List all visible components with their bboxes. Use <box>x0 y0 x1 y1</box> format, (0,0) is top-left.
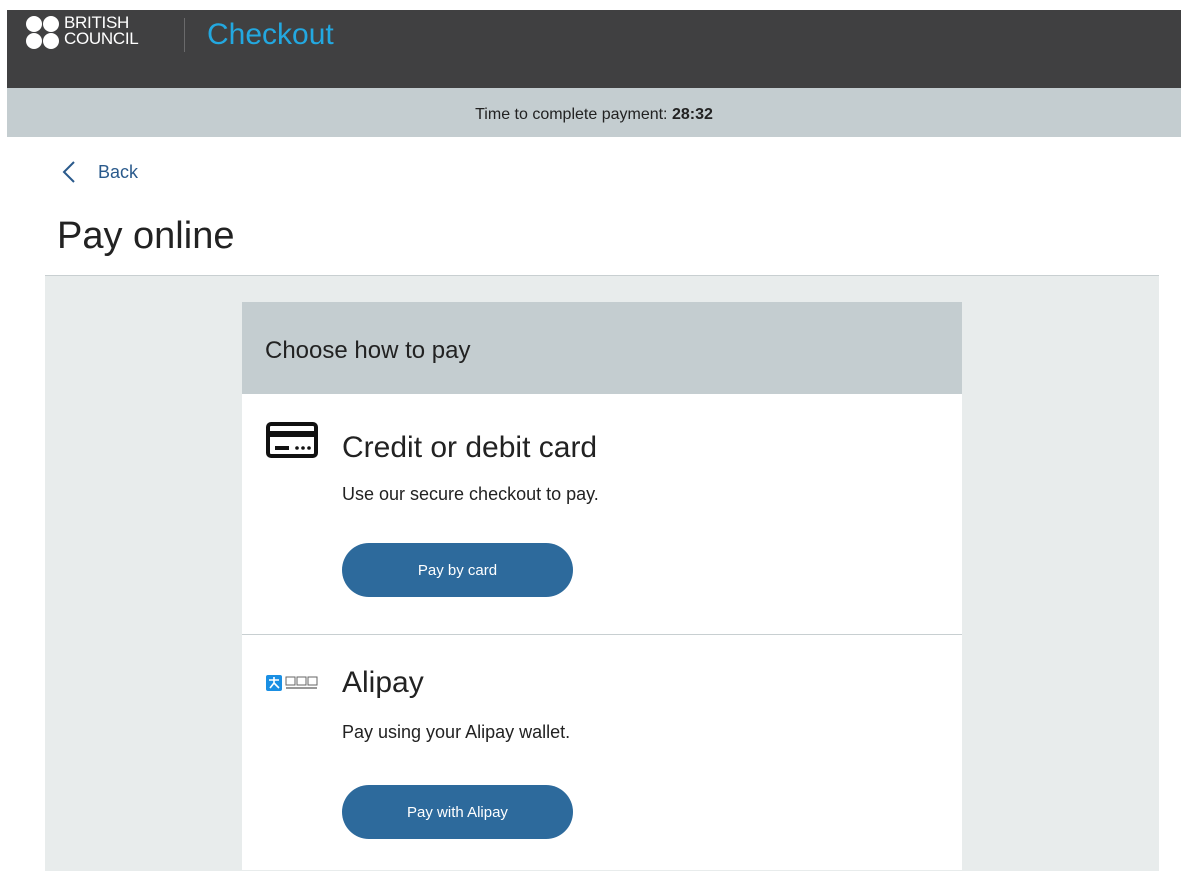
logo-dots-icon <box>26 16 62 52</box>
timer-value: 28:32 <box>671 106 713 123</box>
payment-timer-bar: Time to complete payment: 28:32 <box>7 88 1181 137</box>
page-title: Pay online <box>57 215 235 257</box>
pay-with-alipay-button[interactable]: Pay with Alipay <box>342 785 573 839</box>
option-title: Credit or debit card <box>342 431 598 464</box>
payment-method-panel: Choose how to pay Credit or debit card U… <box>242 302 962 870</box>
app-title: Checkout <box>207 18 334 51</box>
british-council-logo[interactable]: BRITISH COUNCIL <box>26 14 156 58</box>
payment-option-card: Credit or debit card Use our secure chec… <box>242 394 962 635</box>
back-link[interactable]: Back <box>62 158 138 186</box>
credit-card-icon <box>266 422 318 458</box>
chevron-left-icon <box>62 161 75 183</box>
option-title: Alipay <box>342 666 424 699</box>
logo-wordmark: BRITISH COUNCIL <box>64 14 139 48</box>
logo-line-2: COUNCIL <box>64 29 139 48</box>
timer-label: Time to complete payment: <box>475 106 668 123</box>
option-description: Pay using your Alipay wallet. <box>342 722 571 742</box>
alipay-logo-icon <box>266 675 318 691</box>
panel-header: Choose how to pay <box>242 302 962 394</box>
pay-by-card-button[interactable]: Pay by card <box>342 543 573 597</box>
header-divider <box>184 18 185 52</box>
option-description: Use our secure checkout to pay. <box>342 484 599 504</box>
payment-option-alipay: Alipay Pay using your Alipay wallet. Pay… <box>242 635 962 875</box>
top-header-bar: BRITISH COUNCIL Checkout <box>7 10 1181 88</box>
back-label: Back <box>98 161 139 182</box>
